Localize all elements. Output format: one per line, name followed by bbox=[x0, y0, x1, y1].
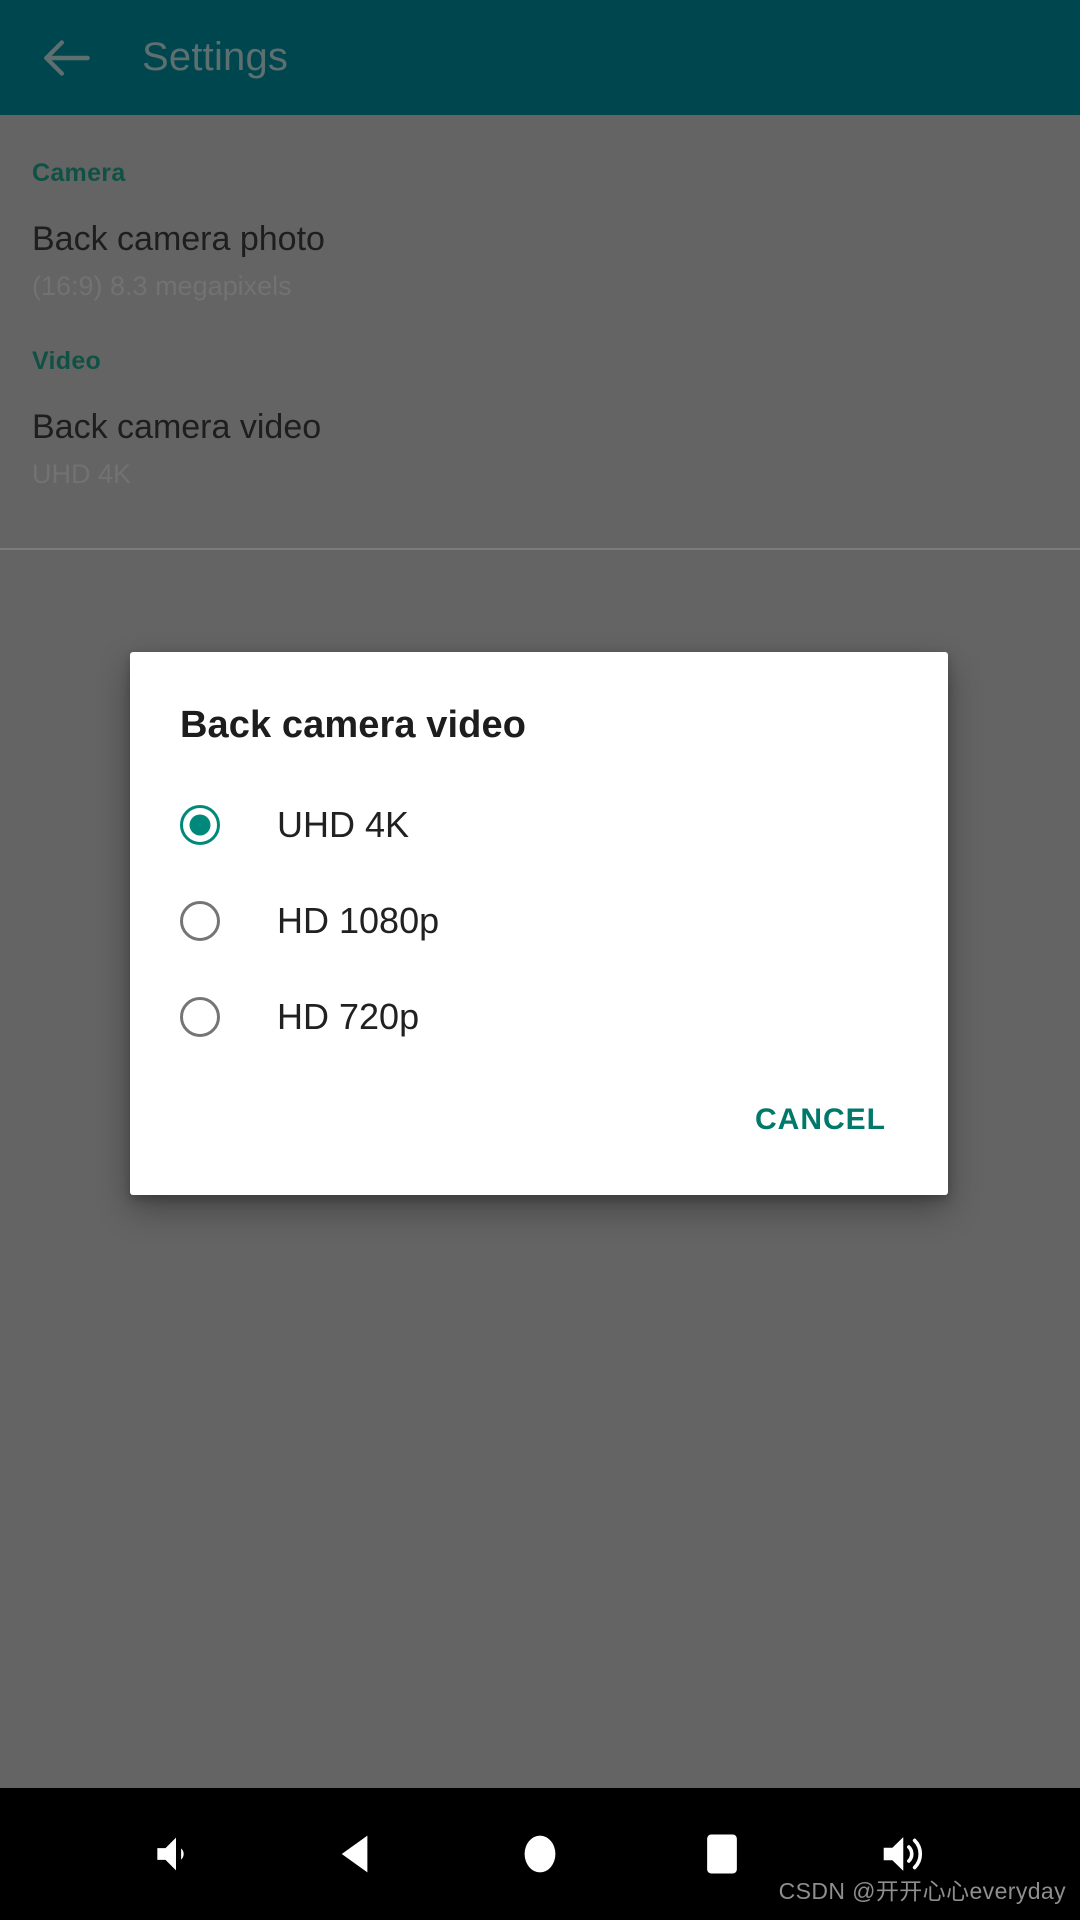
radio-option-label: UHD 4K bbox=[277, 804, 410, 845]
arrow-left-icon[interactable] bbox=[36, 27, 98, 89]
pref-summary: (16:9) 8.3 megapixels bbox=[32, 270, 292, 301]
cancel-button[interactable]: CANCEL bbox=[733, 1089, 908, 1151]
dialog-title: Back camera video bbox=[180, 704, 527, 746]
pref-title: Back camera photo bbox=[32, 220, 325, 258]
app-bar: Settings bbox=[0, 0, 1080, 115]
section-header-camera: Camera bbox=[32, 159, 126, 187]
phone-screen: Settings Camera Back camera photo (16:9)… bbox=[0, 0, 1080, 1920]
back-camera-video-dialog: Back camera video UHD 4K HD 1080p HD 720… bbox=[130, 652, 948, 1195]
volume-down-icon[interactable] bbox=[130, 1808, 222, 1900]
settings-list: Camera Back camera photo (16:9) 8.3 mega… bbox=[0, 115, 1080, 550]
radio-option-uhd-4k[interactable]: UHD 4K bbox=[130, 777, 948, 873]
navigation-bar: CSDN @开开心心everyday bbox=[0, 1788, 1080, 1920]
pref-title: Back camera video bbox=[32, 408, 322, 447]
pref-back-camera-photo[interactable]: Back camera photo (16:9) 8.3 megapixels bbox=[0, 188, 1080, 303]
list-divider bbox=[0, 548, 1080, 550]
section-header-video: Video bbox=[32, 347, 102, 376]
csdn-watermark: CSDN @开开心心everyday bbox=[778, 1878, 1066, 1904]
radio-option-hd-1080p[interactable]: HD 1080p bbox=[130, 873, 948, 969]
radio-unselected-icon[interactable] bbox=[180, 901, 220, 941]
radio-option-label: HD 720p bbox=[277, 996, 420, 1037]
pref-summary: UHD 4K bbox=[32, 458, 132, 489]
back-triangle-icon[interactable] bbox=[312, 1808, 404, 1900]
page-title: Settings bbox=[142, 35, 289, 79]
home-circle-icon[interactable] bbox=[494, 1808, 586, 1900]
radio-group: UHD 4K HD 1080p HD 720p bbox=[130, 747, 948, 1071]
pref-back-camera-video[interactable]: Back camera video UHD 4K bbox=[0, 376, 1080, 491]
dialog-actions: CANCEL bbox=[130, 1071, 948, 1195]
recents-square-icon[interactable] bbox=[676, 1808, 768, 1900]
radio-option-hd-720p[interactable]: HD 720p bbox=[130, 969, 948, 1065]
radio-selected-icon[interactable] bbox=[180, 805, 220, 845]
radio-option-label: HD 1080p bbox=[277, 900, 440, 941]
radio-unselected-icon[interactable] bbox=[180, 997, 220, 1037]
